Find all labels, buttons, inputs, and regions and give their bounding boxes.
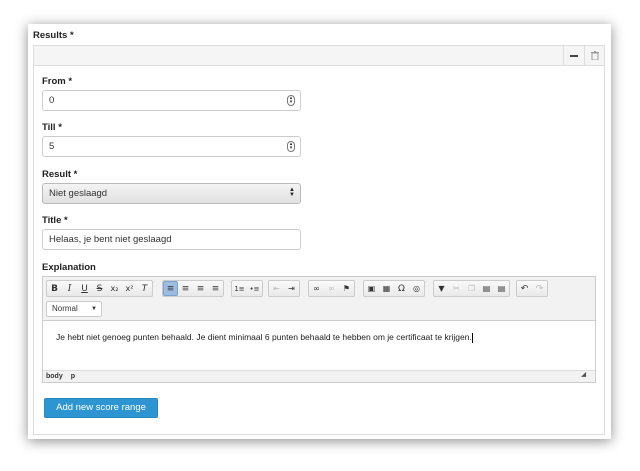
trash-icon xyxy=(590,51,599,60)
rich-text-editor[interactable]: B I U S x₂ x² T ≡ ≡ ≡ ≡ 1≡ •≡ ⇤ ⇥ ∞ ∞ ⚑ … xyxy=(42,276,596,383)
strikethrough-icon[interactable]: S xyxy=(92,281,107,296)
bold-icon[interactable]: B xyxy=(47,281,62,296)
from-label: From * xyxy=(42,76,73,87)
editor-content[interactable]: Je hebt niet genoeg punten behaald. Je d… xyxy=(56,332,473,343)
text-cursor xyxy=(471,332,473,343)
toolbar-group-lists: 1≡ •≡ xyxy=(231,280,263,297)
superscript-icon[interactable]: x² xyxy=(122,281,137,296)
till-label: Till * xyxy=(42,122,62,133)
table-icon[interactable]: ▦ xyxy=(379,281,394,296)
result-label: Result * xyxy=(42,169,78,180)
redo-icon[interactable]: ↷ xyxy=(532,281,547,296)
toolbar-group-links: ∞ ∞ ⚑ xyxy=(308,280,355,297)
minimize-button[interactable] xyxy=(563,46,583,65)
path-body[interactable]: body xyxy=(46,373,63,380)
anchor-flag-icon[interactable]: ⚑ xyxy=(339,281,354,296)
editor-path-bar: body p ◢ xyxy=(43,370,595,382)
increase-indent-icon[interactable]: ⇥ xyxy=(284,281,299,296)
path-p[interactable]: p xyxy=(71,373,75,380)
title-label: Title * xyxy=(42,215,68,226)
paste-format-icon[interactable]: ▼ xyxy=(434,281,449,296)
justify-icon[interactable]: ≡ xyxy=(208,281,223,296)
undo-icon[interactable]: ↶ xyxy=(517,281,532,296)
italic-icon[interactable]: I xyxy=(62,281,77,296)
align-right-icon[interactable]: ≡ xyxy=(193,281,208,296)
explanation-label: Explanation xyxy=(42,262,96,273)
toolbar-group-clipboard: ▼ ✂ ❐ ▤ ▤ xyxy=(433,280,510,297)
delete-button[interactable] xyxy=(584,46,604,65)
till-value: 5 xyxy=(49,141,55,152)
toolbar-group-basic: B I U S x₂ x² T xyxy=(46,280,153,297)
iframe-globe-icon[interactable]: ◎ xyxy=(409,281,424,296)
numbered-list-icon[interactable]: 1≡ xyxy=(232,281,247,296)
special-char-icon[interactable]: Ω xyxy=(394,281,409,296)
cut-icon[interactable]: ✂ xyxy=(449,281,464,296)
underline-icon[interactable]: U xyxy=(77,281,92,296)
toolbar-group-history: ↶ ↷ xyxy=(516,280,548,297)
align-center-icon[interactable]: ≡ xyxy=(178,281,193,296)
select-arrows-icon: ▲ ▼ xyxy=(289,187,295,198)
minus-icon xyxy=(569,54,578,57)
till-input[interactable]: 5 ▴ ▾ xyxy=(42,136,301,157)
from-value: 0 xyxy=(49,95,55,106)
from-input[interactable]: 0 ▴ ▾ xyxy=(42,90,301,111)
align-left-icon[interactable]: ≡ xyxy=(163,281,178,296)
till-spinner-icon[interactable]: ▴ ▾ xyxy=(287,141,295,152)
resize-handle-icon[interactable]: ◢ xyxy=(581,370,586,381)
panel-header xyxy=(34,46,604,66)
results-label: Results * xyxy=(33,30,74,41)
unlink-icon[interactable]: ∞ xyxy=(324,281,339,296)
decrease-indent-icon[interactable]: ⇤ xyxy=(269,281,284,296)
remove-format-icon[interactable]: T xyxy=(137,281,152,296)
results-panel: From * 0 ▴ ▾ Till * 5 ▴ ▾ Result * Niet ge… xyxy=(33,45,605,435)
chevron-down-icon: ▼ xyxy=(91,306,97,312)
subscript-icon[interactable]: x₂ xyxy=(107,281,122,296)
title-input[interactable]: Helaas, je bent niet geslaagd xyxy=(42,229,301,250)
link-icon[interactable]: ∞ xyxy=(309,281,324,296)
toolbar-group-insert: ▣ ▦ Ω ◎ xyxy=(363,280,425,297)
paste-text-icon[interactable]: ▤ xyxy=(494,281,509,296)
toolbar-group-indent: ⇤ ⇥ xyxy=(268,280,300,297)
format-select-value: Normal xyxy=(52,304,78,313)
editor-text: Je hebt niet genoeg punten behaald. Je d… xyxy=(56,332,472,342)
copy-icon[interactable]: ❐ xyxy=(464,281,479,296)
image-icon[interactable]: ▣ xyxy=(364,281,379,296)
toolbar-group-align: ≡ ≡ ≡ ≡ xyxy=(162,280,224,297)
from-spinner-icon[interactable]: ▴ ▾ xyxy=(287,95,295,106)
title-value: Helaas, je bent niet geslaagd xyxy=(49,234,172,245)
paste-icon[interactable]: ▤ xyxy=(479,281,494,296)
format-select[interactable]: Normal ▼ xyxy=(46,301,102,317)
result-selected-value: Niet geslaagd xyxy=(49,188,108,199)
add-score-range-button[interactable]: Add new score range xyxy=(44,398,158,418)
bulleted-list-icon[interactable]: •≡ xyxy=(247,281,262,296)
result-select[interactable]: Niet geslaagd ▲ ▼ xyxy=(42,183,301,204)
editor-toolbar: B I U S x₂ x² T ≡ ≡ ≡ ≡ 1≡ •≡ ⇤ ⇥ ∞ ∞ ⚑ … xyxy=(43,277,595,321)
